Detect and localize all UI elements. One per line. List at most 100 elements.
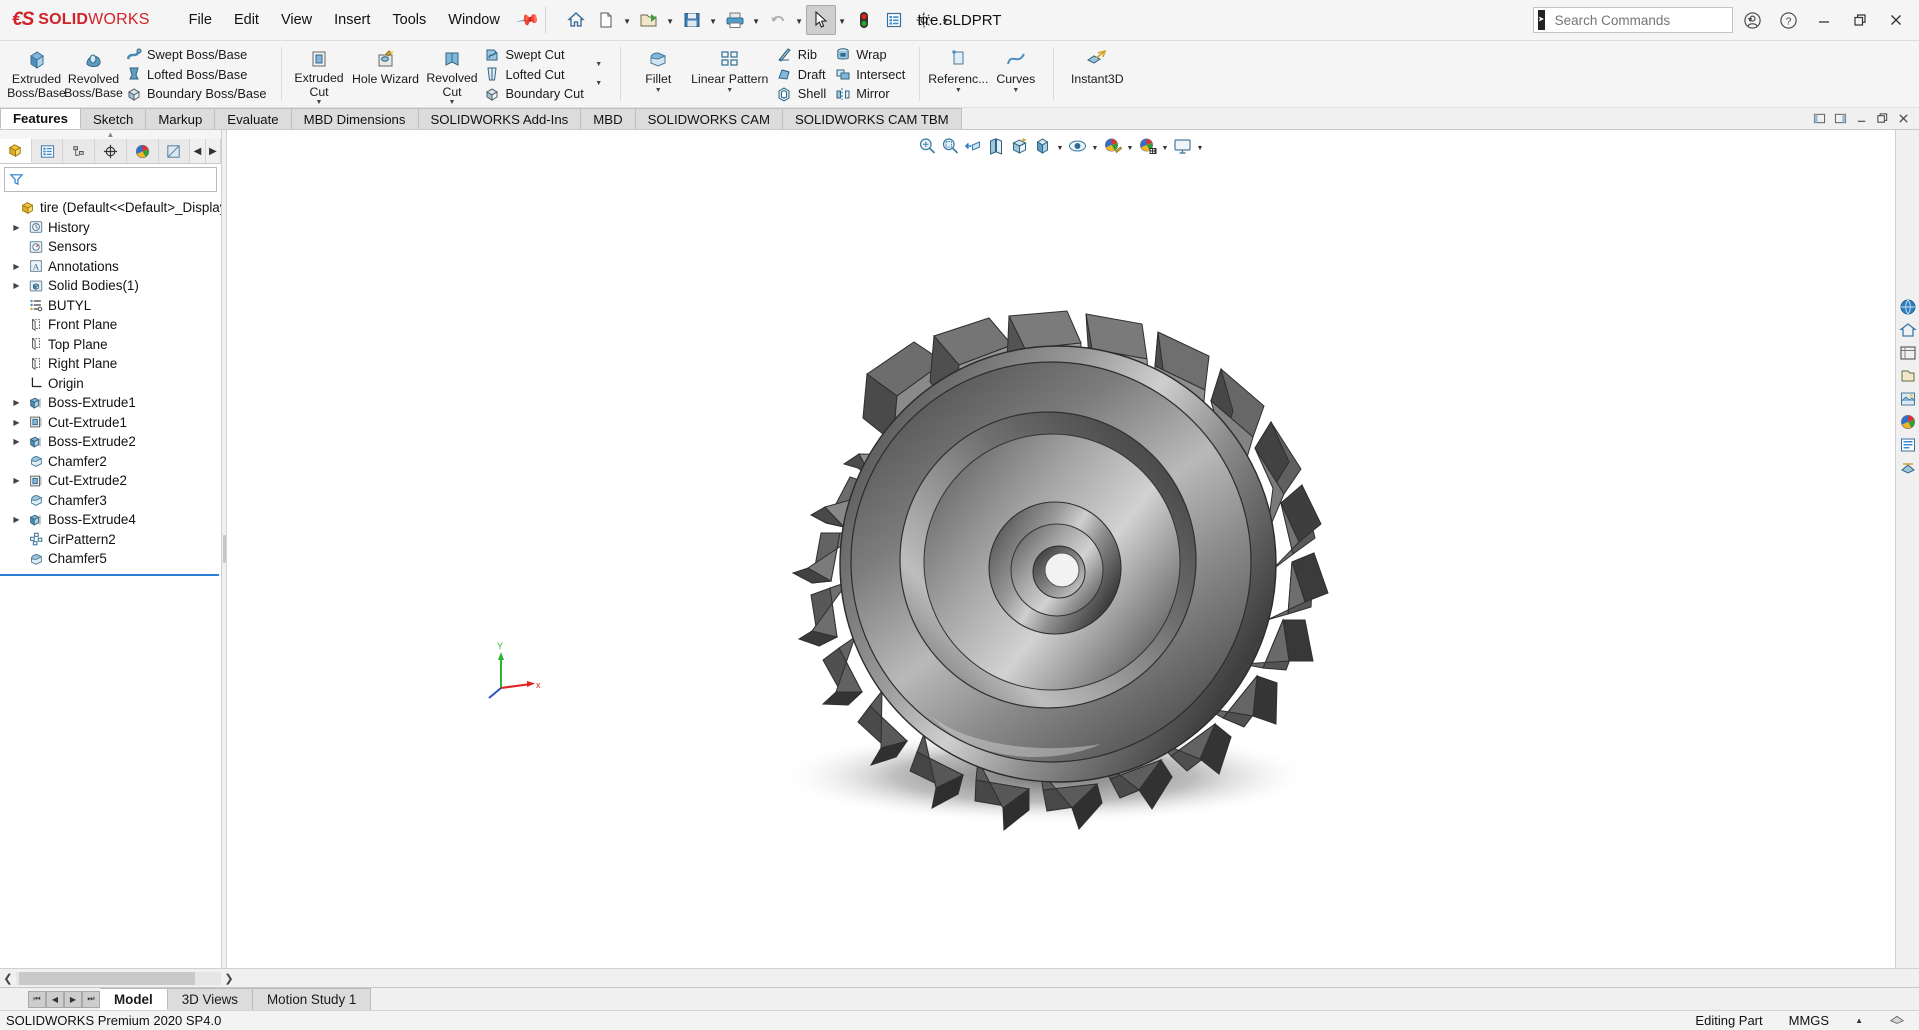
- rib-button[interactable]: Rib: [773, 45, 831, 65]
- tree-item-boss-extrude4[interactable]: ▶ Boss-Extrude4: [0, 510, 221, 530]
- tree-item-boss-extrude1[interactable]: ▶ Boss-Extrude1: [0, 393, 221, 413]
- tab-mbd[interactable]: MBD: [581, 108, 636, 129]
- linear-pattern-caret[interactable]: ▼: [726, 86, 733, 95]
- help-icon[interactable]: ?: [1771, 4, 1805, 36]
- home-icon[interactable]: [561, 5, 591, 35]
- feature-manager-tab[interactable]: [0, 139, 32, 163]
- save-caret[interactable]: ▼: [707, 5, 720, 35]
- first-tab-icon[interactable]: ⏮: [28, 990, 46, 1008]
- select-caret[interactable]: ▼: [836, 5, 849, 35]
- custom-properties-icon[interactable]: [1897, 411, 1919, 433]
- close-doc-icon[interactable]: [1895, 110, 1912, 127]
- menu-edit[interactable]: Edit: [223, 7, 270, 33]
- hscroll-thumb[interactable]: [19, 971, 195, 985]
- minimize-icon[interactable]: [1807, 4, 1841, 36]
- tree-item-root[interactable]: tire (Default<<Default>_Display Sta: [0, 198, 221, 218]
- tree-expander[interactable]: ▶: [10, 223, 23, 232]
- graphics-area[interactable]: ▼ ▼ ▼ ▼ ▼ Y x: [227, 130, 1895, 968]
- lofted-cut-button[interactable]: Lofted Cut: [481, 64, 589, 84]
- tree-item-cirpattern2[interactable]: CirPattern2: [0, 530, 221, 550]
- menu-view[interactable]: View: [270, 7, 323, 33]
- tab-solidworks-cam[interactable]: SOLIDWORKS CAM: [635, 108, 783, 129]
- instant3d-button[interactable]: Instant3D: [1063, 41, 1131, 107]
- open-document-icon[interactable]: [634, 5, 664, 35]
- tree-item-cut-extrude1[interactable]: ▶ Cut-Extrude1: [0, 413, 221, 433]
- tab-features[interactable]: Features: [0, 108, 81, 129]
- minimize-doc-icon[interactable]: [1853, 110, 1870, 127]
- panel-tabs-next[interactable]: ▶: [205, 139, 221, 163]
- property-manager-tab[interactable]: [31, 139, 64, 163]
- solidworks-forum-icon[interactable]: [1897, 434, 1919, 456]
- hole-wizard-button[interactable]: Hole Wizard: [348, 41, 424, 107]
- tree-expander[interactable]: ▶: [10, 398, 23, 407]
- collapse-panel-icon[interactable]: [1832, 110, 1849, 127]
- tree-item-history[interactable]: ▶ History: [0, 218, 221, 238]
- menu-window[interactable]: Window: [437, 7, 511, 33]
- new-document-caret[interactable]: ▼: [621, 5, 634, 35]
- tree-item-boss-extrude2[interactable]: ▶ Boss-Extrude2: [0, 432, 221, 452]
- tab-evaluate[interactable]: Evaluate: [215, 108, 292, 129]
- tree-item-chamfer2[interactable]: Chamfer2: [0, 452, 221, 472]
- tree-expander[interactable]: ▶: [10, 476, 23, 485]
- next-tab-icon[interactable]: ▶: [64, 990, 82, 1008]
- tree-item-sensors[interactable]: Sensors: [0, 237, 221, 257]
- doc-tab-motion-study[interactable]: Motion Study 1: [253, 988, 372, 1010]
- search-commands-box[interactable]: ➤ ▼: [1533, 7, 1754, 33]
- revolved-cut-button[interactable]: Revolved Cut ▼: [424, 41, 481, 107]
- extruded-boss-base-button[interactable]: Extruded Boss/Base: [7, 41, 66, 107]
- mirror-button[interactable]: Mirror: [831, 84, 910, 104]
- appearances-scenes-icon[interactable]: [1897, 388, 1919, 410]
- tab-markup[interactable]: Markup: [146, 108, 216, 129]
- print-caret[interactable]: ▼: [750, 5, 763, 35]
- hscroll-left-arrow[interactable]: ❮: [0, 972, 16, 985]
- tree-item-top-plane[interactable]: Top Plane: [0, 335, 221, 355]
- panel-tabs-prev[interactable]: ◀: [190, 139, 206, 163]
- new-document-icon[interactable]: [591, 5, 621, 35]
- restore-panel-icon[interactable]: [1811, 110, 1828, 127]
- pin-icon[interactable]: 📌: [515, 7, 541, 33]
- prev-tab-icon[interactable]: ◀: [46, 990, 64, 1008]
- fillet-button[interactable]: Fillet ▼: [630, 41, 687, 107]
- doc-tab-3d-views[interactable]: 3D Views: [167, 988, 254, 1010]
- options-gear-icon[interactable]: [909, 5, 939, 35]
- reference-geometry-button[interactable]: Referenc... ▼: [928, 41, 988, 107]
- cut-caret-1[interactable]: ▼: [589, 55, 611, 75]
- undo-icon[interactable]: [763, 5, 793, 35]
- swept-boss-base-button[interactable]: Swept Boss/Base: [122, 45, 272, 65]
- user-account-icon[interactable]: [1735, 4, 1769, 36]
- last-tab-icon[interactable]: ⏭: [82, 990, 100, 1008]
- linear-pattern-button[interactable]: Linear Pattern ▼: [687, 41, 773, 107]
- shell-button[interactable]: Shell: [773, 84, 831, 104]
- restore-doc-icon[interactable]: [1874, 110, 1891, 127]
- draft-button[interactable]: Draft: [773, 64, 831, 84]
- tree-item-chamfer5[interactable]: Chamfer5: [0, 549, 221, 569]
- tree-expander[interactable]: ▶: [10, 515, 23, 524]
- fillet-caret[interactable]: ▼: [655, 86, 662, 95]
- wrap-button[interactable]: Wrap: [831, 45, 910, 65]
- close-icon[interactable]: [1879, 4, 1913, 36]
- units-caret-icon[interactable]: ▲: [1855, 1016, 1863, 1025]
- tab-solidworks-cam-tbm[interactable]: SOLIDWORKS CAM TBM: [782, 108, 962, 129]
- pmi-icon[interactable]: [1897, 457, 1919, 479]
- print-icon[interactable]: [720, 5, 750, 35]
- configuration-manager-tab[interactable]: [63, 139, 96, 163]
- undo-caret[interactable]: ▼: [793, 5, 806, 35]
- options-caret[interactable]: ▼: [939, 5, 952, 35]
- rebuild-icon[interactable]: [849, 5, 879, 35]
- tree-item-cut-extrude2[interactable]: ▶ Cut-Extrude2: [0, 471, 221, 491]
- restore-icon[interactable]: [1843, 4, 1877, 36]
- rollback-bar[interactable]: [0, 574, 219, 576]
- revolved-cut-caret[interactable]: ▼: [449, 98, 456, 107]
- curves-button[interactable]: Curves ▼: [987, 41, 1044, 107]
- search-input[interactable]: [1554, 12, 1732, 28]
- extruded-cut-caret[interactable]: ▼: [316, 98, 323, 107]
- lofted-boss-base-button[interactable]: Lofted Boss/Base: [122, 64, 272, 84]
- tree-item-solid-bodies[interactable]: ▶ Solid Bodies(1): [0, 276, 221, 296]
- hscroll-right-arrow[interactable]: ❯: [221, 972, 237, 985]
- dimxpert-manager-tab[interactable]: [95, 139, 127, 163]
- revolved-boss-base-button[interactable]: Revolved Boss/Base: [64, 41, 123, 107]
- tree-item-annotations[interactable]: ▶ A Annotations: [0, 257, 221, 277]
- view-palette-icon[interactable]: [1897, 365, 1919, 387]
- status-units-label[interactable]: MMGS: [1789, 1013, 1829, 1028]
- feature-tree-filter[interactable]: [4, 167, 217, 192]
